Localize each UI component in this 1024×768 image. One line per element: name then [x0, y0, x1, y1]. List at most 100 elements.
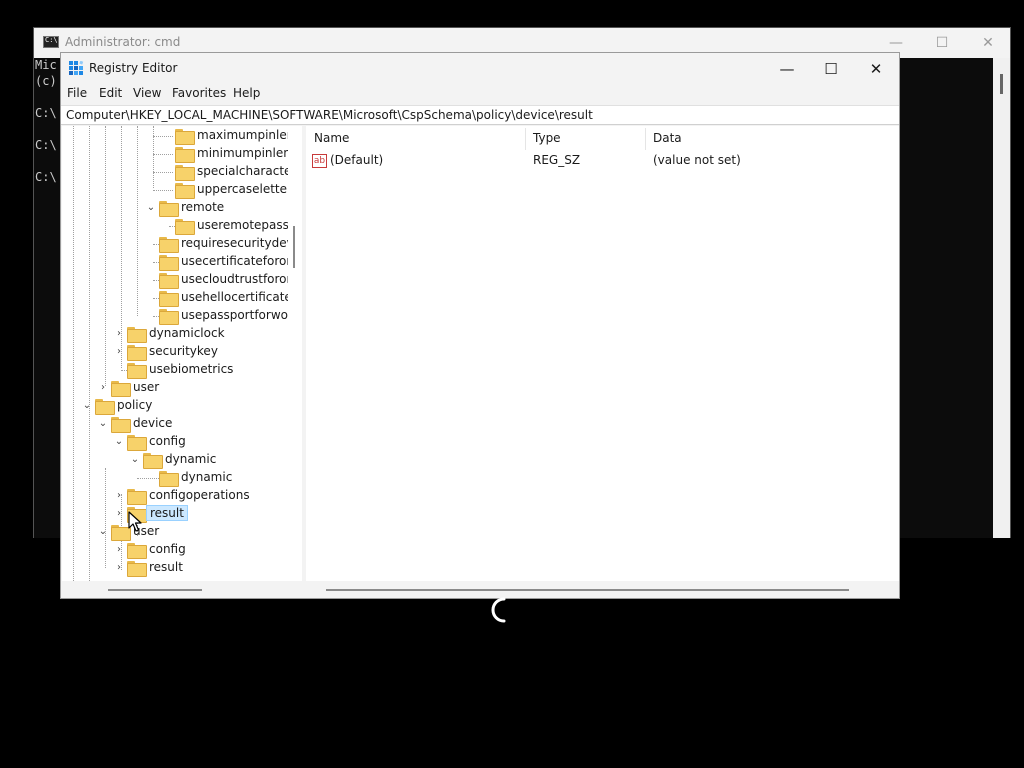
- close-button[interactable]: ✕: [854, 57, 898, 81]
- tree-node[interactable]: › result: [62, 559, 288, 577]
- tree-vertical-scrollbar[interactable]: [288, 126, 302, 581]
- tree-node-label: specialcharacters: [197, 164, 302, 178]
- column-header-type[interactable]: Type: [533, 131, 561, 145]
- tree-node[interactable]: dynamic: [62, 469, 288, 487]
- address-path: Computer\HKEY_LOCAL_MACHINE\SOFTWARE\Mic…: [66, 108, 593, 122]
- tree-node-label: result: [149, 560, 183, 574]
- values-hscroll-thumb[interactable]: [326, 589, 849, 591]
- tree-node-label: dynamic: [181, 470, 233, 484]
- tree-node[interactable]: usecertificateforonp: [62, 253, 302, 271]
- menu-edit[interactable]: Edit: [99, 86, 122, 100]
- mouse-pointer-icon: [128, 511, 142, 532]
- tree-node-label: config: [149, 542, 186, 556]
- chevron-down-icon[interactable]: ⌄: [113, 433, 125, 451]
- tree-node[interactable]: minimumpinlen: [62, 145, 291, 163]
- regedit-titlebar[interactable]: Registry Editor — ☐ ✕: [61, 53, 899, 83]
- tree-node-label: usecloudtrustforonp: [181, 272, 302, 286]
- tree-node-label: useremotepassp: [197, 218, 297, 232]
- folder-icon: [111, 417, 131, 433]
- column-divider[interactable]: [525, 128, 526, 150]
- chevron-down-icon[interactable]: ⌄: [97, 415, 109, 433]
- chevron-right-icon[interactable]: ›: [113, 559, 125, 577]
- tree-node[interactable]: › user: [62, 379, 288, 397]
- menu-bar: File Edit View Favorites Help: [61, 83, 899, 103]
- menu-view[interactable]: View: [133, 86, 161, 100]
- tree-node[interactable]: specialcharacters: [62, 163, 302, 181]
- cmd-close-button[interactable]: ✕: [973, 32, 1003, 54]
- cmd-window-title: Administrator: cmd: [65, 35, 181, 49]
- folder-icon: [159, 273, 179, 289]
- column-header-data[interactable]: Data: [653, 131, 682, 145]
- tree-node[interactable]: ⌄ device: [62, 415, 288, 433]
- tree-node[interactable]: › configoperations: [62, 487, 288, 505]
- tree-node[interactable]: useremotepassp: [62, 217, 297, 235]
- chevron-right-icon[interactable]: ›: [113, 541, 125, 559]
- tree-node-label: configoperations: [149, 488, 250, 502]
- tree-node[interactable]: ⌄ dynamic: [62, 451, 288, 469]
- cmd-minimize-button[interactable]: —: [881, 32, 911, 54]
- tree-node-label: usehellocertificates: [181, 290, 299, 304]
- minimize-button[interactable]: —: [765, 57, 809, 81]
- chevron-down-icon[interactable]: ⌄: [145, 199, 157, 217]
- tree-node[interactable]: usecloudtrustforonp: [62, 271, 302, 289]
- tree-node[interactable]: usebiometrics: [62, 361, 288, 379]
- maximize-button[interactable]: ☐: [809, 57, 853, 81]
- value-data: (value not set): [653, 153, 741, 167]
- menu-file[interactable]: File: [67, 86, 87, 100]
- menu-favorites[interactable]: Favorites: [172, 86, 226, 100]
- tree-node[interactable]: uppercaseletters: [62, 181, 298, 199]
- tree-node[interactable]: › securitykey: [62, 343, 288, 361]
- tree-node[interactable]: ⌄ remote: [62, 199, 288, 217]
- folder-icon: [111, 381, 131, 397]
- chevron-right-icon[interactable]: ›: [113, 343, 125, 361]
- tree-node[interactable]: ⌄ user: [62, 523, 288, 541]
- menu-help[interactable]: Help: [233, 86, 260, 100]
- tree-node-selected[interactable]: › result: [62, 505, 288, 523]
- tree-node-label: dynamiclock: [149, 326, 225, 340]
- regedit-window-title: Registry Editor: [89, 61, 178, 75]
- tree-node-label: maximumpinlen: [197, 128, 295, 142]
- chevron-right-icon[interactable]: ›: [113, 505, 125, 523]
- tree-node[interactable]: usehellocertificates: [62, 289, 298, 307]
- folder-icon: [127, 561, 147, 577]
- cmd-vertical-scrollbar[interactable]: [993, 58, 1010, 538]
- string-value-icon: ab: [312, 154, 327, 168]
- folder-icon: [159, 237, 179, 253]
- tree-node-label: usepassportforwork: [181, 308, 300, 322]
- value-type: REG_SZ: [533, 153, 581, 167]
- chevron-down-icon[interactable]: ⌄: [129, 451, 141, 469]
- tree-guide: [153, 190, 173, 191]
- column-header-name[interactable]: Name: [314, 131, 349, 145]
- values-list-pane[interactable]: Name Type Data ab (Default) REG_SZ (valu…: [306, 126, 899, 581]
- chevron-right-icon[interactable]: ›: [97, 379, 109, 397]
- tree-node[interactable]: ⌄ policy: [62, 397, 288, 415]
- tree-node[interactable]: ⌄ config: [62, 433, 288, 451]
- tree-node-label: requiresecuritydevic: [181, 236, 302, 250]
- tree-node-label: minimumpinlen: [197, 146, 291, 160]
- chevron-right-icon[interactable]: ›: [113, 487, 125, 505]
- tree-node[interactable]: maximumpinlen: [62, 127, 294, 145]
- address-bar[interactable]: Computer\HKEY_LOCAL_MACHINE\SOFTWARE\Mic…: [61, 105, 899, 125]
- tree-node[interactable]: requiresecuritydevic: [62, 235, 302, 253]
- column-divider[interactable]: [645, 128, 646, 150]
- chevron-right-icon[interactable]: ›: [113, 325, 125, 343]
- tree-node[interactable]: › config: [62, 541, 288, 559]
- tree-node-label: remote: [181, 200, 225, 214]
- cmd-scroll-thumb[interactable]: [1000, 74, 1003, 94]
- chevron-down-icon[interactable]: ⌄: [97, 523, 109, 541]
- tree-node-label: result: [146, 505, 188, 521]
- cmd-line: (c): [35, 74, 57, 88]
- values-horizontal-scrollbar[interactable]: [306, 581, 899, 598]
- key-tree-pane[interactable]: maximumpinlen minimumpinlen specialchara…: [62, 126, 302, 581]
- tree-node[interactable]: usepassportforwork: [62, 307, 300, 325]
- folder-icon: [95, 399, 115, 415]
- loading-spinner-icon: [491, 597, 506, 623]
- tree-horizontal-scrollbar[interactable]: [62, 581, 302, 598]
- tree-scroll-thumb[interactable]: [293, 226, 295, 268]
- cmd-line: C:\: [35, 170, 57, 184]
- chevron-down-icon[interactable]: ⌄: [81, 397, 93, 415]
- cmd-maximize-button[interactable]: ☐: [927, 32, 957, 54]
- tree-node[interactable]: › dynamiclock: [62, 325, 288, 343]
- registry-editor-window[interactable]: Registry Editor — ☐ ✕ File Edit View Fav…: [60, 52, 900, 599]
- tree-hscroll-thumb[interactable]: [108, 589, 202, 591]
